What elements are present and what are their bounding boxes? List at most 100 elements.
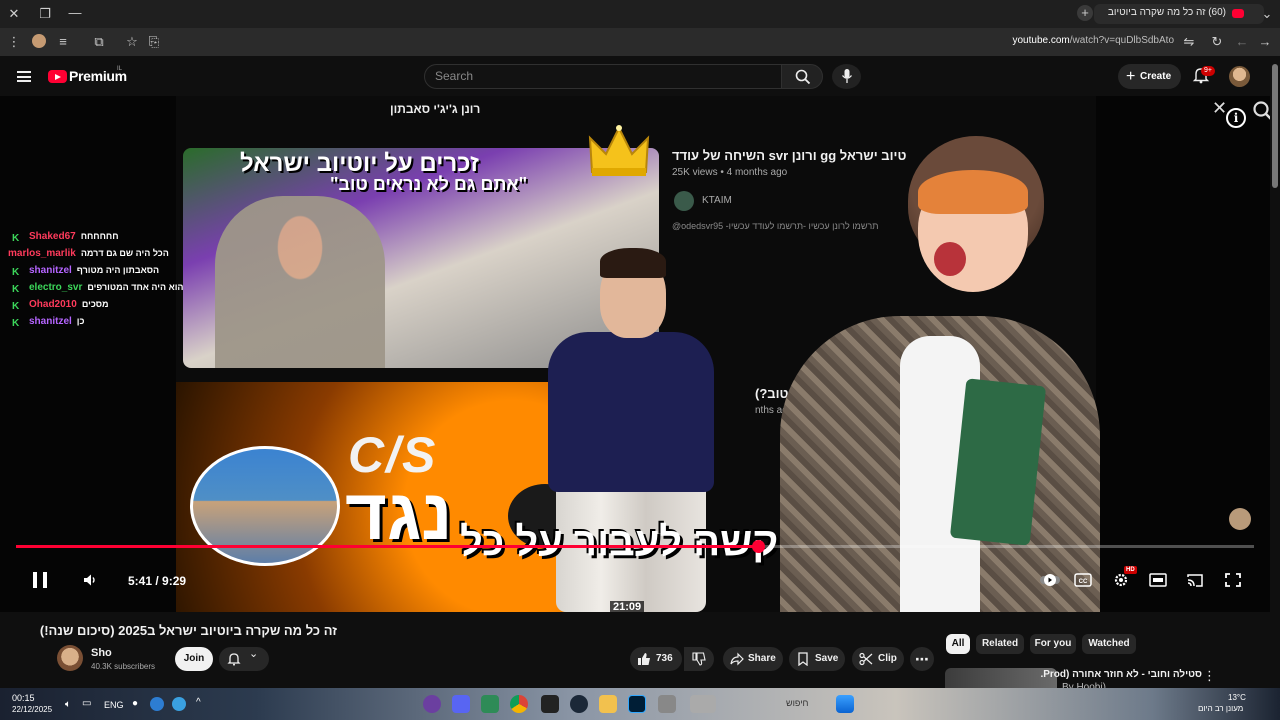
dislike-button[interactable]	[684, 647, 714, 671]
sound-icon[interactable]	[1188, 6, 1204, 22]
address-url[interactable]: youtube.com/watch?v=quDlbSdbAto	[1013, 35, 1175, 46]
reload-icon[interactable]: ↻	[1209, 34, 1225, 50]
epic-games-icon[interactable]	[541, 695, 559, 713]
chat-message: K Shaked67 חחחחחח	[12, 231, 119, 244]
video-frame-anime-hair	[918, 170, 1028, 214]
end-card-avatar[interactable]	[1229, 508, 1251, 530]
video-frame-channel-avatar	[674, 191, 694, 211]
weather-temperature[interactable]: 13°C	[1228, 693, 1246, 702]
video-player[interactable]: רונן ג'יג'י סאבתון ✕ זכרים על יוטיוב ישר…	[0, 96, 1270, 612]
chat-username[interactable]: electro_svr	[29, 282, 82, 293]
settings-gear-icon[interactable]	[1112, 572, 1130, 588]
tray-app-icon-2[interactable]	[172, 697, 186, 711]
channel-name[interactable]: Sho	[91, 647, 112, 659]
minimize-window-icon[interactable]: —	[67, 5, 83, 21]
taskbar-app-9[interactable]	[658, 695, 676, 713]
search-button[interactable]	[781, 64, 823, 89]
weather-description[interactable]: מעונן רב היום	[1198, 704, 1243, 713]
install-app-icon[interactable]: ⎘	[146, 34, 162, 50]
chat-text: מסכים	[81, 299, 109, 309]
taskbar-app-10[interactable]	[690, 695, 716, 713]
hd-badge: HD	[1124, 566, 1137, 574]
save-button[interactable]: Save	[789, 647, 845, 671]
new-tab-icon[interactable]: +	[1077, 5, 1093, 21]
time-display: 5:41 / 9:29	[128, 574, 187, 588]
related-more-icon[interactable]: ⋮	[1203, 668, 1216, 684]
taskbar-date[interactable]: 22/12/2025	[12, 705, 52, 714]
guide-menu-icon[interactable]	[17, 71, 31, 82]
speaker-icon[interactable]: 🔈︎	[65, 699, 71, 710]
photoshop-icon[interactable]	[628, 695, 646, 713]
share-button[interactable]: Share	[723, 647, 783, 671]
chat-username[interactable]: Ohad2010	[29, 299, 77, 310]
taskbar-app-3[interactable]	[481, 695, 499, 713]
extensions-icon[interactable]: ⧉	[91, 34, 107, 50]
chat-username[interactable]: shanitzel	[29, 316, 72, 327]
profile-avatar[interactable]	[32, 34, 46, 48]
scrubber-handle[interactable]	[752, 540, 765, 553]
video-frame-thumb2-headline: נגד	[345, 475, 453, 555]
more-actions-button[interactable]: ⋯	[910, 647, 934, 671]
volume-icon[interactable]	[83, 573, 97, 587]
discord-icon[interactable]	[452, 695, 470, 713]
youtube-logo-icon[interactable]	[48, 70, 67, 83]
chat-username[interactable]: shanitzel	[29, 265, 72, 276]
chip-watched[interactable]: Watched	[1082, 634, 1136, 654]
chat-username[interactable]: Shaked67	[29, 231, 76, 242]
back-icon[interactable]: →	[1257, 34, 1273, 50]
video-frame-green-book	[949, 378, 1047, 546]
windows-start-icon[interactable]	[836, 695, 854, 713]
tab-title: (60) זה כל מה שקרה ביוטיוב	[1107, 7, 1226, 18]
chip-all[interactable]: All	[946, 634, 970, 654]
network-icon[interactable]: ▭	[82, 698, 91, 709]
video-frame-searchbar: רונן ג'יג'י סאבתון ✕	[376, 96, 1270, 124]
autoplay-toggle-icon[interactable]	[1040, 572, 1060, 588]
bookmark-star-icon[interactable]: ☆	[124, 34, 140, 50]
video-frame-result-meta-1: 25K views • 4 months ago	[672, 167, 788, 178]
brand-region: IL	[117, 66, 123, 72]
subscription-bell-button[interactable]: ⌄	[219, 647, 269, 671]
close-window-icon[interactable]: ✕	[6, 6, 22, 22]
info-icon[interactable]: i	[1226, 108, 1246, 128]
restore-window-icon[interactable]: ❐	[37, 6, 53, 22]
account-avatar[interactable]	[1229, 66, 1250, 87]
tab-youtube[interactable]: (60) זה כל מה שקרה ביוטיוב ✕	[1083, 4, 1264, 24]
tray-overflow-chevron-icon[interactable]: ^	[196, 697, 201, 708]
file-explorer-icon[interactable]	[599, 695, 617, 713]
miniplayer-icon[interactable]	[1149, 572, 1167, 588]
input-language[interactable]: ENG	[104, 700, 124, 710]
search-input[interactable]: Search	[424, 64, 782, 89]
kick-badge-icon: K	[12, 301, 20, 312]
taskbar-search[interactable]: חיפוש	[786, 698, 808, 708]
video-frame-person-circle	[190, 446, 340, 566]
voice-search-button[interactable]	[832, 64, 861, 89]
forward-icon[interactable]: ←	[1234, 34, 1250, 50]
steam-icon[interactable]	[570, 695, 588, 713]
cast-icon[interactable]	[1186, 572, 1204, 588]
chat-username[interactable]: marlos_marlik	[8, 248, 76, 259]
mic-tray-icon[interactable]: ●	[132, 698, 138, 709]
chrome-icon[interactable]	[510, 695, 528, 713]
video-frame-anime-mouth	[934, 242, 966, 276]
menu-dots-icon[interactable]: ⋮	[6, 34, 22, 50]
taskbar-clock[interactable]: 00:15	[12, 693, 35, 703]
like-button[interactable]: 736	[630, 647, 682, 671]
scrollbar-thumb[interactable]	[1272, 64, 1278, 188]
chip-for-you[interactable]: For you	[1030, 634, 1076, 654]
media-controls-icon[interactable]: ≡	[55, 34, 71, 50]
pause-icon[interactable]	[33, 572, 47, 588]
join-button[interactable]: Join	[175, 647, 213, 671]
chip-related[interactable]: Related	[976, 634, 1024, 654]
related-video-title[interactable]: סטילה וחובי - לא חוזר אחורה (Prod.	[1040, 669, 1202, 680]
clip-button[interactable]: Clip	[852, 647, 904, 671]
create-button[interactable]: + Create	[1118, 64, 1181, 89]
channel-avatar[interactable]	[57, 645, 83, 671]
site-settings-icon[interactable]: ⇋	[1181, 34, 1197, 50]
svg-text:CC: CC	[1079, 579, 1088, 585]
video-frame-thumb1-quote: "אתם גם לא נראים טוב"	[330, 174, 528, 194]
tray-app-icon-1[interactable]	[150, 697, 164, 711]
youtube-favicon-icon	[1232, 9, 1244, 18]
fullscreen-icon[interactable]	[1224, 572, 1242, 588]
subtitles-icon[interactable]: CC	[1074, 572, 1092, 588]
taskbar-app-1[interactable]	[423, 695, 441, 713]
